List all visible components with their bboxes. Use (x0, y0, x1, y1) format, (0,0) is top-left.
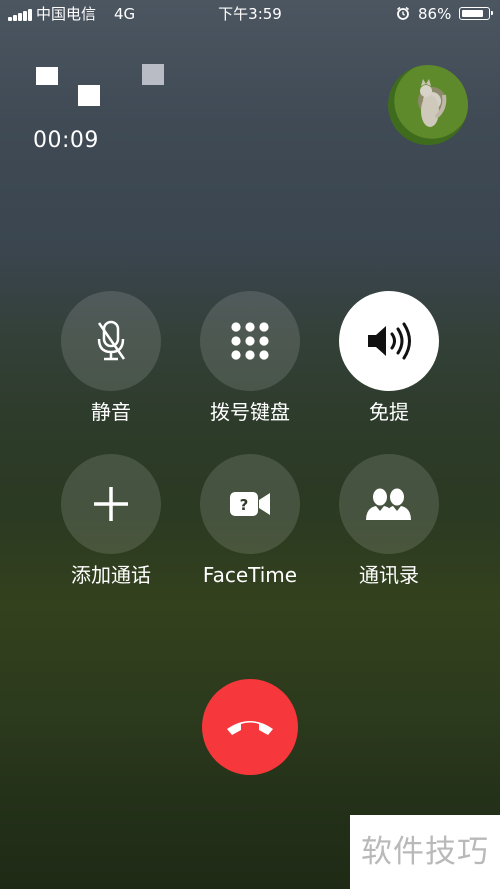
facetime-label: FaceTime (202, 563, 298, 587)
facetime-camera-icon: ? (230, 492, 270, 516)
speaker-button[interactable]: 免提 (319, 291, 459, 425)
add-call-circle[interactable] (61, 454, 161, 554)
speaker-label: 免提 (369, 400, 409, 424)
add-call-label: 添加通话 (71, 563, 151, 587)
mute-label: 静音 (91, 400, 131, 424)
battery-fill (461, 9, 483, 17)
keypad-button[interactable]: 拨号键盘 (180, 291, 320, 425)
mute-mic-icon (97, 320, 126, 361)
call-duration: 00:09 (33, 128, 99, 153)
cat-photo (420, 79, 447, 127)
facetime-circle[interactable]: ? (200, 454, 300, 554)
add-call-button[interactable]: 添加通话 (41, 454, 181, 588)
end-call-button[interactable] (202, 679, 298, 775)
alarm-clock-icon (397, 6, 409, 20)
keypad-icon (231, 322, 269, 360)
speaker-circle[interactable] (339, 291, 439, 391)
status-bar: 中国电信 4G 下午3:59 86% (0, 0, 500, 28)
hang-up-icon (227, 721, 273, 735)
plus-icon (94, 487, 128, 521)
facetime-button[interactable]: ? FaceTime (180, 454, 320, 588)
keypad-circle[interactable] (200, 291, 300, 391)
contacts-button[interactable]: 通讯录 (319, 454, 459, 588)
svg-text:?: ? (240, 496, 249, 514)
contacts-icon (366, 488, 411, 520)
keypad-label: 拨号键盘 (210, 400, 290, 424)
caller-avatar (388, 65, 468, 145)
contacts-label: 通讯录 (359, 563, 419, 587)
battery-percent: 86% (418, 5, 452, 23)
contacts-circle[interactable] (339, 454, 439, 554)
battery-icon (459, 7, 493, 20)
mute-circle[interactable] (61, 291, 161, 391)
mute-button[interactable]: 静音 (41, 291, 181, 425)
watermark-text: 软件技巧 (350, 815, 500, 889)
speaker-icon (368, 322, 411, 360)
